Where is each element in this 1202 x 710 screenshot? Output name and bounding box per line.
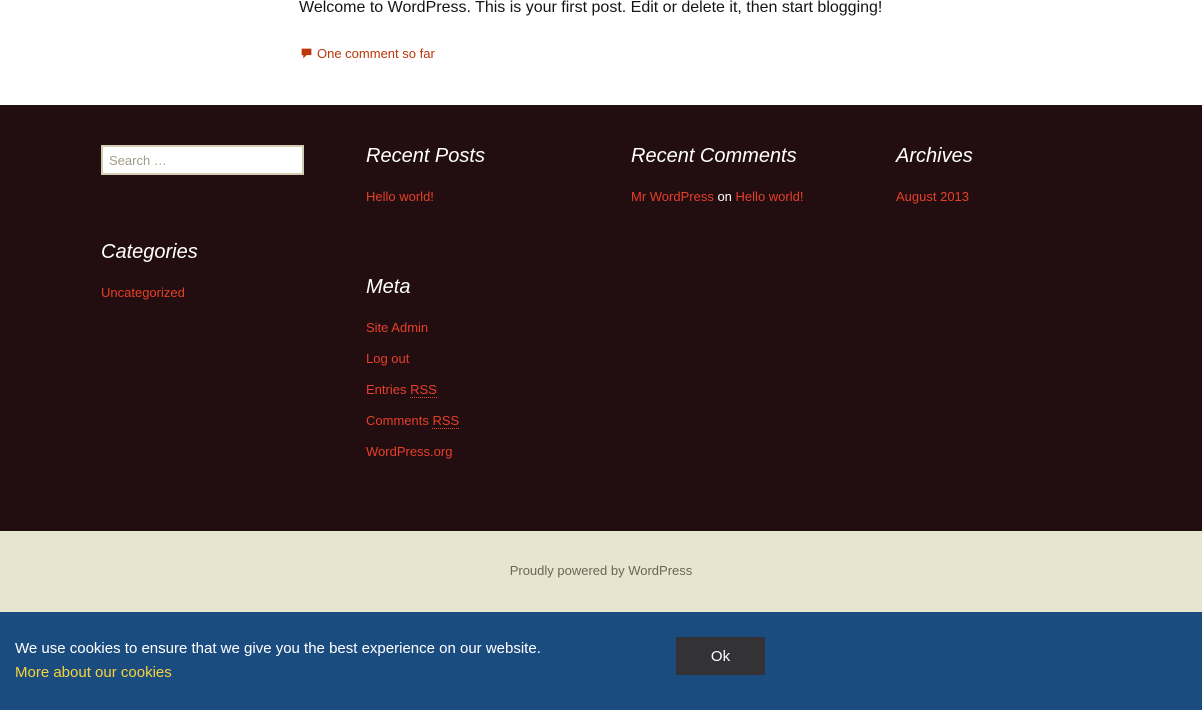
comments-rss-link[interactable]: Comments RSS bbox=[366, 413, 460, 429]
comments-link-label: One comment so far bbox=[317, 46, 435, 61]
powered-by-link[interactable]: Proudly powered by WordPress bbox=[0, 563, 1202, 578]
category-link-uncategorized[interactable]: Uncategorized bbox=[101, 285, 185, 300]
comments-link[interactable]: One comment so far bbox=[300, 46, 435, 61]
comment-bubble-icon bbox=[301, 48, 312, 59]
comment-post-link[interactable]: Hello world! bbox=[736, 189, 804, 204]
cookie-message: We use cookies to ensure that we give yo… bbox=[15, 640, 541, 657]
categories-title: Categories bbox=[101, 241, 198, 263]
archives-title: Archives bbox=[896, 145, 973, 167]
entries-label: Entries bbox=[366, 382, 407, 397]
recent-comment-entry: Mr WordPress on Hello world! bbox=[631, 189, 803, 204]
search-input[interactable] bbox=[103, 147, 302, 173]
footer-widgets: Recent Posts Hello world! Recent Comment… bbox=[0, 105, 1202, 531]
rss-abbr: RSS bbox=[410, 382, 437, 398]
cookie-info-link[interactable]: More about our cookies bbox=[15, 664, 172, 681]
meta-title: Meta bbox=[366, 276, 411, 298]
wordpress-org-link[interactable]: WordPress.org bbox=[366, 444, 452, 459]
cookie-ok-button[interactable]: Ok bbox=[676, 637, 765, 675]
post-excerpt: Welcome to WordPress. This is your first… bbox=[299, 0, 883, 16]
archive-link-august-2013[interactable]: August 2013 bbox=[896, 189, 969, 204]
comment-on-text: on bbox=[717, 189, 732, 204]
site-info: Proudly powered by WordPress bbox=[0, 531, 1202, 612]
cookie-banner: We use cookies to ensure that we give yo… bbox=[0, 612, 1202, 710]
entries-rss-link[interactable]: Entries RSS bbox=[366, 382, 437, 398]
search-form bbox=[101, 145, 304, 175]
post-content-area: Welcome to WordPress. This is your first… bbox=[0, 0, 1202, 105]
recent-post-link[interactable]: Hello world! bbox=[366, 189, 434, 204]
site-admin-link[interactable]: Site Admin bbox=[366, 320, 428, 335]
rss-abbr: RSS bbox=[432, 413, 460, 429]
recent-posts-title: Recent Posts bbox=[366, 145, 485, 167]
log-out-link[interactable]: Log out bbox=[366, 351, 409, 366]
comments-label: Comments bbox=[366, 413, 429, 428]
comment-author-link[interactable]: Mr WordPress bbox=[631, 189, 714, 204]
recent-comments-title: Recent Comments bbox=[631, 145, 797, 167]
